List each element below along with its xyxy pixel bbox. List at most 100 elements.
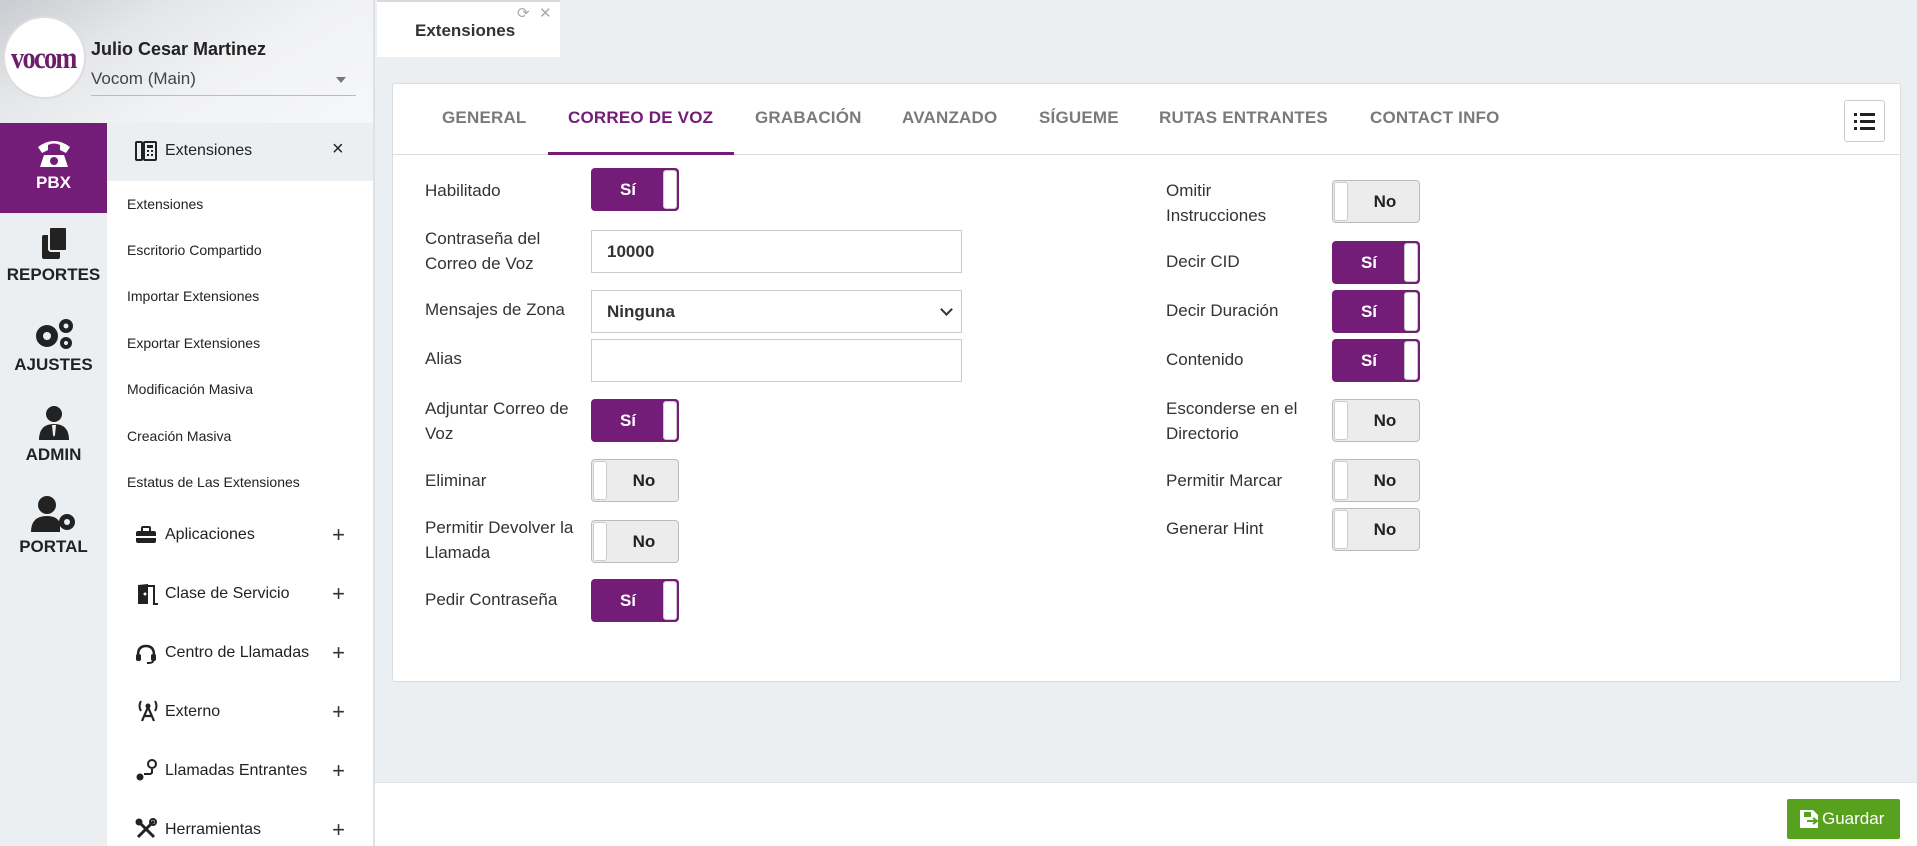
input-value: 10000 <box>607 242 655 261</box>
menu-section-label: Llamadas Entrantes <box>165 762 308 779</box>
rail-label: REPORTES <box>6 265 101 284</box>
toggle-value: No <box>1373 471 1397 490</box>
user-name: Julio Cesar Martinez <box>91 39 267 59</box>
phone-icon <box>37 141 70 167</box>
contenido-toggle[interactable]: Sí <box>1332 339 1420 382</box>
field-label-permitir-devolver: Permitir Devolver la Llamada <box>425 518 574 562</box>
extensions-icon <box>135 141 157 161</box>
submenu-item-extensiones[interactable]: Extensiones <box>127 196 203 212</box>
close-icon[interactable]: ✕ <box>539 4 552 22</box>
submenu-item-modificacion-masiva[interactable]: Modificación Masiva <box>127 381 253 397</box>
submenu-item-creacion-masiva[interactable]: Creación Masiva <box>127 428 231 444</box>
decir-cid-toggle[interactable]: Sí <box>1332 241 1420 284</box>
page-tab-label: Extensiones <box>415 21 516 40</box>
field-label-omitir-instrucciones: Omitir Instrucciones <box>1166 181 1267 225</box>
toggle-value: Sí <box>619 411 637 430</box>
toggle-knob <box>663 170 677 209</box>
rail-item-portal[interactable]: PORTAL <box>0 483 107 573</box>
timezone-messages-select[interactable]: Ninguna <box>591 290 962 333</box>
tab-general[interactable]: GENERAL <box>442 108 527 128</box>
door-icon <box>138 584 158 605</box>
submenu-item-escritorio-compartido[interactable]: Escritorio Compartido <box>127 242 262 258</box>
page-tab-bar <box>375 0 1917 57</box>
eliminar-toggle[interactable]: No <box>591 459 679 502</box>
decir-duracion-toggle[interactable]: Sí <box>1332 290 1420 333</box>
menu-section-label: Extensiones <box>165 142 253 159</box>
pedir-contrasena-toggle[interactable]: Sí <box>591 579 679 622</box>
expand-icon[interactable]: + <box>332 699 345 725</box>
save-button[interactable]: Guardar <box>1787 799 1900 839</box>
gears-icon <box>35 319 73 349</box>
toggle-value: Sí <box>1360 253 1378 272</box>
sidebar-menu: Extensiones × Extensiones Escritorio Com… <box>107 123 373 846</box>
rail-item-pbx[interactable]: PBX <box>0 123 107 213</box>
field-label-eliminar: Eliminar <box>425 471 487 490</box>
tab-grabacion[interactable]: GRABACIÓN <box>755 108 862 128</box>
omitir-instrucciones-toggle[interactable]: No <box>1332 180 1420 223</box>
columns-button[interactable] <box>1844 100 1885 142</box>
toggle-value: No <box>632 532 656 551</box>
portal-icon <box>30 496 75 532</box>
rail-item-reportes[interactable]: REPORTES <box>0 213 107 303</box>
field-label-contenido: Contenido <box>1166 350 1244 369</box>
briefcase-icon <box>136 526 156 543</box>
toggle-knob <box>593 522 607 561</box>
company-select[interactable]: Vocom (Main) <box>91 69 356 96</box>
toggle-knob <box>1334 401 1348 440</box>
expand-icon[interactable]: + <box>332 522 345 548</box>
menu-section-extensiones[interactable]: Extensiones × <box>107 123 373 181</box>
rail-item-admin[interactable]: ADMIN <box>0 393 107 483</box>
sidebar-divider <box>373 0 375 846</box>
field-label-decir-cid: Decir CID <box>1166 252 1240 271</box>
footer-bar <box>375 782 1917 846</box>
close-icon[interactable]: × <box>332 138 344 161</box>
tab-contact-info[interactable]: CONTACT INFO <box>1370 108 1500 128</box>
menu-section-externo[interactable]: Externo + <box>107 699 373 733</box>
submenu-item-importar-extensiones[interactable]: Importar Extensiones <box>127 288 259 304</box>
menu-section-herramientas[interactable]: Herramientas + <box>107 817 373 846</box>
submenu-item-estatus-extensiones[interactable]: Estatus de Las Extensiones <box>127 474 300 490</box>
tab-correo-de-voz[interactable]: CORREO DE VOZ <box>568 108 713 128</box>
menu-section-clase-servicio[interactable]: Clase de Servicio + <box>107 581 373 615</box>
toggle-knob <box>663 581 677 620</box>
tab-avanzado[interactable]: AVANZADO <box>902 108 997 128</box>
tab-rutas-entrantes[interactable]: RUTAS ENTRANTES <box>1159 108 1328 128</box>
expand-icon[interactable]: + <box>332 817 345 843</box>
adjuntar-toggle[interactable]: Sí <box>591 399 679 442</box>
expand-icon[interactable]: + <box>332 640 345 666</box>
menu-section-label: Aplicaciones <box>165 526 255 543</box>
toggle-knob <box>1334 182 1348 221</box>
tools-icon <box>135 818 157 839</box>
habilitado-toggle[interactable]: Sí <box>591 168 679 211</box>
refresh-icon[interactable]: ⟳ <box>517 4 530 22</box>
field-label-decir-duracion: Decir Duración <box>1166 301 1279 320</box>
tab-sigueme[interactable]: SÍGUEME <box>1039 108 1119 128</box>
permitir-devolver-toggle[interactable]: No <box>591 520 679 563</box>
toggle-knob <box>593 461 607 500</box>
voicemail-password-input[interactable]: 10000 <box>591 230 962 273</box>
permitir-marcar-toggle[interactable]: No <box>1332 459 1420 502</box>
toggle-value: No <box>1373 192 1397 211</box>
field-label-habilitado: Habilitado <box>425 181 501 200</box>
headset-icon <box>136 644 156 664</box>
alias-input[interactable] <box>591 339 962 382</box>
menu-section-aplicaciones[interactable]: Aplicaciones + <box>107 522 373 556</box>
field-label-mensajes-zona: Mensajes de Zona <box>425 300 565 319</box>
esconderse-directorio-toggle[interactable]: No <box>1332 399 1420 442</box>
toggle-knob <box>1404 341 1418 380</box>
generar-hint-toggle[interactable]: No <box>1332 508 1420 551</box>
toggle-value: Sí <box>619 180 637 199</box>
caret-down-icon <box>336 77 346 83</box>
expand-icon[interactable]: + <box>332 581 345 607</box>
menu-section-llamadas-entrantes[interactable]: Llamadas Entrantes + <box>107 758 373 792</box>
toggle-value: Sí <box>1360 351 1378 370</box>
rail-item-ajustes[interactable]: AJUSTES <box>0 303 107 393</box>
submenu-item-exportar-extensiones[interactable]: Exportar Extensiones <box>127 335 260 351</box>
menu-section-centro-llamadas[interactable]: Centro de Llamadas + <box>107 640 373 674</box>
company-select-value: Vocom (Main) <box>91 69 196 88</box>
expand-icon[interactable]: + <box>332 758 345 784</box>
subtab-bar: GENERAL CORREO DE VOZ GRABACIÓN AVANZADO… <box>393 84 1900 155</box>
toggle-knob <box>663 401 677 440</box>
field-label-alias: Alias <box>425 349 462 368</box>
page-tab-extensiones[interactable]: Extensiones ⟳ ✕ <box>377 0 560 57</box>
